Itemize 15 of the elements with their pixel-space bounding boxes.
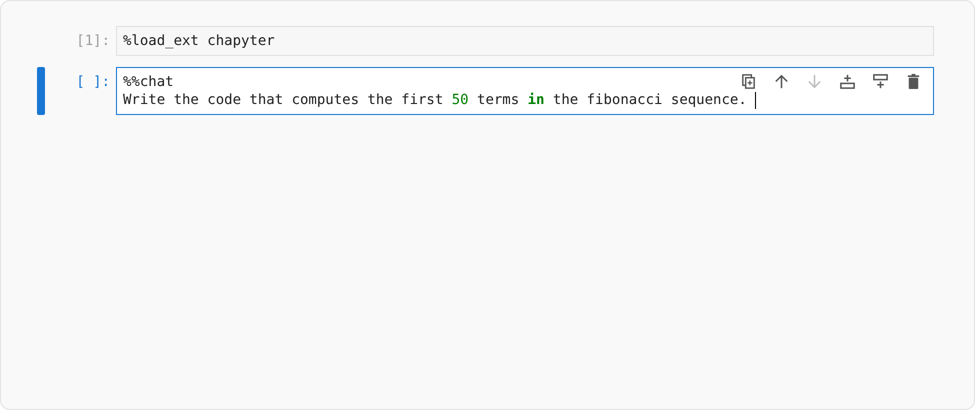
insert-above-icon[interactable] (838, 72, 857, 91)
cell-prompt: [1]: (76, 33, 110, 49)
insert-below-icon[interactable] (871, 72, 890, 91)
copy-icon[interactable] (739, 72, 758, 91)
code-text: the fibonacci sequence. (552, 91, 748, 109)
code-text: terms (476, 91, 520, 109)
code-number: 50 (452, 91, 469, 109)
cell-prompt: [ ]: (76, 74, 110, 90)
active-cell-marker (37, 67, 45, 115)
code-cell[interactable]: %%chat Write the code that computes the first 50 terms in the fibonacci sequence. (116, 67, 934, 115)
code-keyword: in (528, 91, 544, 109)
code-text: %%chat (123, 73, 174, 91)
code-cell[interactable]: %load_ext chapyter (116, 26, 934, 56)
code-text: Write the code that computes the first (123, 91, 444, 109)
code-text: %load_ext chapyter (123, 32, 275, 50)
